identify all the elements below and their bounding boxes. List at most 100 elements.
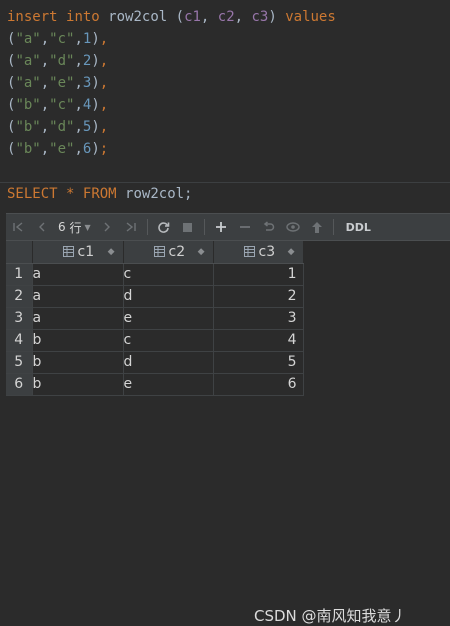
values-line[interactable]: ("a","c",1), — [0, 28, 450, 50]
cell-c3[interactable]: 6 — [213, 373, 304, 396]
statement-punctuation: , — [99, 97, 109, 113]
submit-icon[interactable] — [305, 215, 329, 239]
table-name: row2col; — [125, 186, 193, 202]
column-label: c3 — [258, 243, 276, 260]
cell-c2[interactable]: d — [123, 285, 214, 308]
preview-icon[interactable] — [281, 215, 305, 239]
string-literal: "d" — [49, 119, 75, 135]
table-column-icon — [243, 246, 255, 258]
chevron-down-icon: ▼ — [84, 222, 91, 232]
table-column-icon — [153, 246, 165, 258]
values-line[interactable]: ("a","d",2), — [0, 50, 450, 72]
string-literal: "c" — [49, 31, 75, 47]
watermark: CSDN @南风知我意丿 — [254, 607, 407, 625]
sql-editor[interactable]: insert into row2col (c1, c2, c3) values … — [0, 0, 450, 182]
toolbar-separator — [203, 219, 205, 235]
cell-c1[interactable]: b — [32, 351, 124, 374]
row-number[interactable]: 3 — [6, 307, 33, 330]
delete-row-icon[interactable] — [233, 215, 257, 239]
column-header-c1[interactable]: c1 ◆ — [32, 241, 124, 264]
row-number[interactable]: 1 — [6, 263, 33, 286]
string-literal: "a" — [15, 31, 41, 47]
keyword-values: values — [285, 9, 336, 25]
table-row[interactable]: 6be6 — [6, 373, 304, 396]
results-toolbar: 6 行 ▼ DDL — [6, 213, 450, 241]
keyword-from: FROM — [82, 186, 117, 202]
last-page-icon[interactable] — [119, 215, 143, 239]
statement-punctuation: , — [99, 75, 109, 91]
ddl-button[interactable]: DDL — [338, 221, 371, 234]
sort-icon[interactable]: ◆ — [108, 247, 115, 257]
insert-statement-line[interactable]: insert into row2col (c1, c2, c3) values — [0, 6, 450, 28]
keyword-insert: insert — [7, 9, 58, 25]
cell-c1[interactable]: a — [32, 307, 124, 330]
sort-icon[interactable]: ◆ — [288, 247, 295, 257]
row-number-header — [6, 241, 33, 264]
page-size-selector[interactable]: 6 行 ▼ — [54, 219, 95, 236]
cell-c3[interactable]: 5 — [213, 351, 304, 374]
stop-icon[interactable] — [176, 215, 200, 239]
prev-page-icon[interactable] — [30, 215, 54, 239]
row-number[interactable]: 2 — [6, 285, 33, 308]
page-size-value: 6 — [58, 220, 66, 234]
string-literal: "c" — [49, 97, 75, 113]
refresh-icon[interactable] — [152, 215, 176, 239]
row-number[interactable]: 5 — [6, 351, 33, 374]
next-page-icon[interactable] — [95, 215, 119, 239]
toolbar-separator — [332, 219, 334, 235]
string-literal: "a" — [15, 53, 41, 69]
statement-punctuation: , — [99, 119, 109, 135]
keyword-into: into — [66, 9, 100, 25]
column-header-c2[interactable]: c2 ◆ — [123, 241, 214, 264]
cell-c2[interactable]: c — [123, 263, 214, 286]
revert-icon[interactable] — [257, 215, 281, 239]
cell-c3[interactable]: 4 — [213, 329, 304, 352]
page-size-unit: 行 — [69, 220, 82, 235]
add-row-icon[interactable] — [209, 215, 233, 239]
select-statement-line[interactable]: SELECT * FROM row2col; — [0, 183, 450, 209]
table-row[interactable]: 3ae3 — [6, 307, 304, 330]
cell-c2[interactable]: c — [123, 329, 214, 352]
table-row[interactable]: 1ac1 — [6, 263, 304, 286]
string-literal: "b" — [15, 97, 41, 113]
statement-punctuation: , — [99, 31, 109, 47]
table-row[interactable]: 5bd5 — [6, 351, 304, 374]
statement-punctuation: ; — [99, 141, 109, 157]
values-line[interactable]: ("b","e",6); — [0, 138, 450, 160]
column-name: c2 — [217, 9, 235, 25]
first-page-icon[interactable] — [6, 215, 30, 239]
column-label: c1 — [77, 243, 95, 260]
cell-c1[interactable]: a — [32, 263, 124, 286]
string-literal: "b" — [15, 119, 41, 135]
cell-c3[interactable]: 2 — [213, 285, 304, 308]
table-column-icon — [62, 246, 74, 258]
cell-c1[interactable]: b — [32, 329, 124, 352]
statement-punctuation: , — [99, 53, 109, 69]
toolbar-separator — [146, 219, 148, 235]
row-number[interactable]: 4 — [6, 329, 33, 352]
string-literal: "a" — [15, 75, 41, 91]
column-header-c3[interactable]: c3 ◆ — [213, 241, 304, 264]
cell-c3[interactable]: 1 — [213, 263, 304, 286]
results-panel: 6 行 ▼ DDL c1 ◆ c2 ◆ c3 ◆ 1 a c 1 2 a d 2… — [0, 209, 450, 625]
cell-c1[interactable]: b — [32, 373, 124, 396]
wildcard: * — [66, 186, 75, 202]
result-grid: c1 ◆ c2 ◆ c3 ◆ 1ac12ad23ae34bc45bd56be6 — [6, 241, 304, 396]
column-name: c1 — [184, 9, 201, 25]
cell-c3[interactable]: 3 — [213, 307, 304, 330]
values-line[interactable]: ("b","d",5), — [0, 116, 450, 138]
column-name: c3 — [251, 9, 269, 25]
sort-icon[interactable]: ◆ — [198, 247, 205, 257]
cell-c1[interactable]: a — [32, 285, 124, 308]
values-line[interactable]: ("b","c",4), — [0, 94, 450, 116]
column-label: c2 — [168, 243, 186, 260]
cell-c2[interactable]: d — [123, 351, 214, 374]
cell-c2[interactable]: e — [123, 307, 214, 330]
table-row[interactable]: 4bc4 — [6, 329, 304, 352]
values-line[interactable]: ("a","e",3), — [0, 72, 450, 94]
row-number[interactable]: 6 — [6, 373, 33, 396]
table-row[interactable]: 2ad2 — [6, 285, 304, 308]
string-literal: "d" — [49, 53, 75, 69]
cell-c2[interactable]: e — [123, 373, 214, 396]
table-name: row2col — [108, 9, 168, 25]
